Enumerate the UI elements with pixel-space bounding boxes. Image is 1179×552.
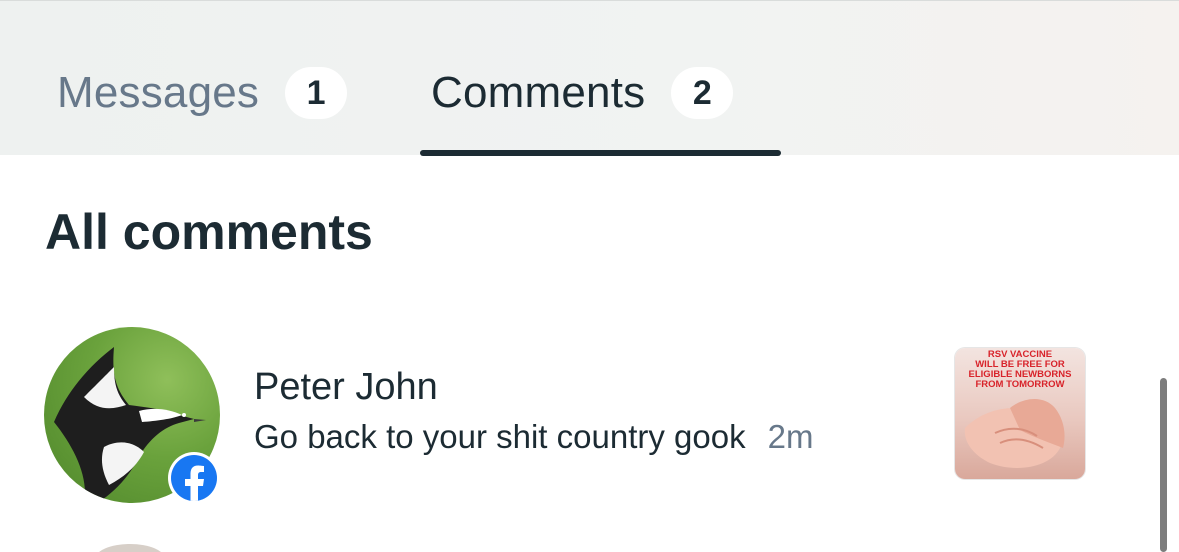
section-title: All comments	[45, 204, 373, 260]
comment-preview: Go back to your shit country gook 2m	[254, 418, 813, 456]
comment-text: Go back to your shit country gook	[254, 418, 746, 455]
commenter-name: Peter John	[254, 366, 438, 408]
tab-messages[interactable]: Messages 1	[57, 63, 348, 123]
tab-comments-count-badge: 2	[671, 67, 734, 119]
tab-messages-label: Messages	[57, 68, 260, 117]
active-tab-indicator	[420, 150, 781, 156]
tab-messages-count-badge: 1	[285, 67, 348, 119]
comment-timestamp: 2m	[767, 418, 814, 455]
tab-comments[interactable]: Comments 2	[431, 63, 734, 123]
avatar	[95, 544, 165, 552]
scrollbar[interactable]	[1160, 378, 1167, 552]
tab-bar: Messages 1 Comments 2	[0, 0, 1179, 156]
post-thumbnail[interactable]: RSV VACCINE WILL BE FREE FOR ELIGIBLE NE…	[955, 348, 1085, 479]
tab-comments-label: Comments	[431, 68, 646, 117]
facebook-icon	[168, 452, 220, 504]
comments-inbox-screen: Messages 1 Comments 2 All comments Peter…	[0, 0, 1179, 552]
